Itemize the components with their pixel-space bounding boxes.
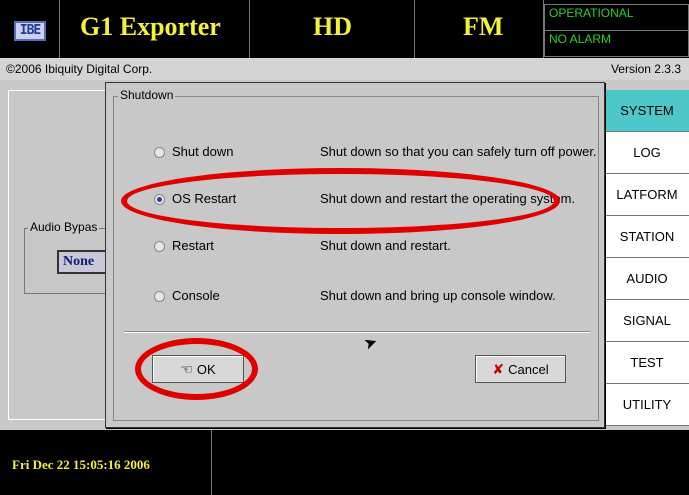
ibiquity-logo-icon: IBE: [14, 21, 46, 41]
ok-button[interactable]: ☜ OK: [152, 355, 244, 383]
footer-bar: Fri Dec 22 15:05:16 2006: [0, 430, 689, 495]
menu-item-system[interactable]: SYSTEM: [605, 90, 689, 132]
radio-restart[interactable]: [154, 241, 165, 252]
option-label: Shut down: [172, 144, 234, 159]
shutdown-group-label: Shutdown: [118, 88, 176, 102]
menu-item-platform[interactable]: LATFORM: [605, 174, 689, 216]
cancel-button-label: Cancel: [508, 361, 549, 377]
ok-hand-icon: ☜: [180, 360, 193, 377]
menu-item-utility[interactable]: UTILITY: [605, 384, 689, 426]
option-label: Restart: [172, 238, 214, 253]
menu-item-log[interactable]: LOG: [605, 132, 689, 174]
menu-item-audio[interactable]: AUDIO: [605, 258, 689, 300]
app-title: G1 Exporter: [80, 12, 221, 41]
option-description: Shut down and restart the operating syst…: [320, 191, 576, 206]
footer-datetime: Fri Dec 22 15:05:16 2006: [0, 430, 212, 495]
side-menu: SYSTEM LOG LATFORM STATION AUDIO SIGNAL …: [605, 90, 689, 426]
status-alarm: NO ALARM: [544, 30, 689, 57]
audio-bypass-label: Audio Bypas: [28, 220, 100, 234]
option-description: Shut down and bring up console window.: [320, 288, 556, 303]
copyright-text: ©2006 Ibiquity Digital Corp.: [6, 62, 153, 76]
radio-console[interactable]: [154, 291, 165, 302]
option-label: Console: [172, 288, 220, 303]
hd-label: HD: [313, 12, 352, 41]
menu-item-test[interactable]: TEST: [605, 342, 689, 384]
menu-item-station[interactable]: STATION: [605, 216, 689, 258]
radio-shut-down[interactable]: [154, 147, 165, 158]
header-bar: IBE G1 Exporter HD FM OPERATIONAL NO ALA…: [0, 0, 689, 58]
cancel-x-icon: ✘: [492, 360, 505, 377]
option-label: OS Restart: [172, 191, 237, 206]
copyright-row: ©2006 Ibiquity Digital Corp. Version 2.3…: [0, 58, 689, 80]
dialog-separator: [124, 331, 590, 333]
menu-item-signal[interactable]: SIGNAL: [605, 300, 689, 342]
fm-label: FM: [463, 12, 504, 41]
status-operational: OPERATIONAL: [544, 4, 689, 31]
shutdown-dialog: Shutdown Shut down Shut down so that you…: [105, 82, 605, 428]
option-description: Shut down and restart.: [320, 238, 451, 253]
ok-button-label: OK: [196, 361, 216, 377]
version-text: Version 2.3.3: [610, 62, 681, 76]
cancel-button[interactable]: ✘ Cancel: [475, 355, 566, 383]
option-description: Shut down so that you can safely turn of…: [320, 144, 597, 159]
radio-os-restart[interactable]: [154, 194, 165, 205]
